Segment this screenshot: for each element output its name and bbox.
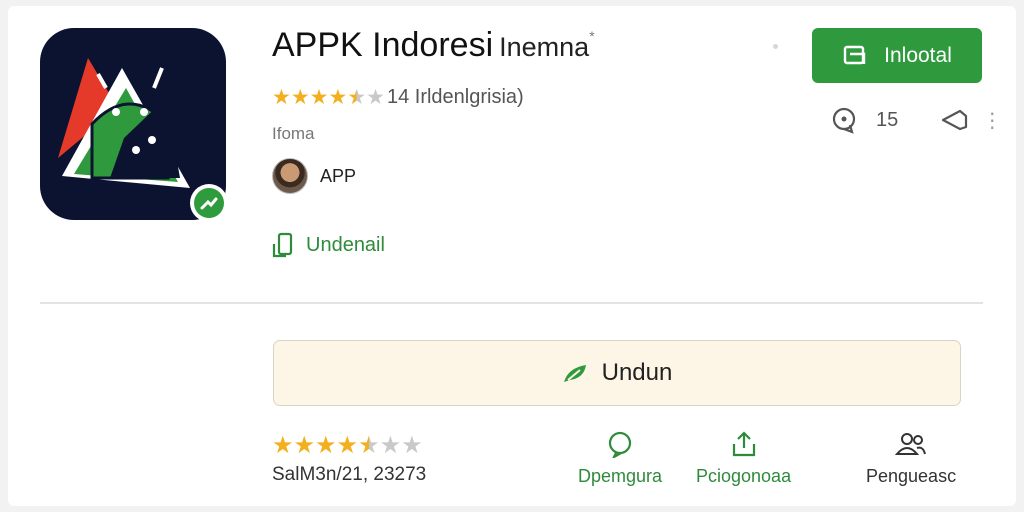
install-button[interactable]: Inlootal <box>812 28 982 83</box>
date-text: SalM3n/21, 23273 <box>272 464 427 485</box>
star-icon: ★ <box>293 432 316 459</box>
phone-download-icon <box>272 232 293 258</box>
meta-row: 15 ⋮ <box>830 106 1002 134</box>
app-category[interactable]: Ifoma <box>272 124 315 144</box>
star-icon: ★ <box>309 86 329 109</box>
developer-row[interactable]: APP <box>272 158 356 194</box>
leaf-arrow-icon <box>563 365 586 382</box>
app-title-text: APPK Indoresi <box>272 26 494 64</box>
chat-bubble-icon <box>608 431 632 458</box>
download-label: Undun <box>601 359 673 386</box>
download-button[interactable]: Undun <box>273 340 961 406</box>
bottom-rating: ★ ★ ★ ★ ★ ★ ★ <box>272 434 423 458</box>
install-icon <box>843 45 866 64</box>
comment-count: 15 <box>876 108 899 131</box>
share-upload-icon <box>732 431 755 457</box>
undenail-link[interactable]: Undenail <box>272 232 385 258</box>
undenail-label: Undenail <box>306 233 385 256</box>
star-empty-icon: ★ <box>401 432 423 459</box>
star-icon: ★ <box>315 432 337 459</box>
small-star-icon: * <box>589 28 595 44</box>
star-empty-icon: ★ <box>366 86 385 109</box>
users-icon <box>895 433 927 455</box>
star-icon: ★ <box>336 432 359 459</box>
star-icon: ★ <box>290 86 310 109</box>
developer-name: APP <box>320 165 357 186</box>
developer-avatar <box>272 158 308 194</box>
dot-decoration <box>773 44 778 49</box>
star-icon: ★ <box>328 86 348 109</box>
action-item-users[interactable]: Pengueasc <box>866 430 956 487</box>
action-label: Pciogonoaa <box>696 466 792 486</box>
star-empty-icon: ★ <box>379 432 402 459</box>
comment-icon[interactable] <box>830 106 858 134</box>
share-icon[interactable] <box>940 107 970 133</box>
action-label: Pengueasc <box>866 466 957 486</box>
star-half-icon: ★ <box>347 86 367 109</box>
app-title-suffix: Inemna <box>499 32 590 62</box>
star-icon: ★ <box>272 86 291 109</box>
install-label: Inlootal <box>884 43 952 67</box>
action-item-share[interactable]: Pciogonoaa <box>696 430 791 487</box>
star-half-icon: ★ <box>358 432 380 459</box>
star-icon: ★ <box>272 432 294 459</box>
action-item-comment[interactable]: Dpemgura <box>578 430 662 487</box>
app-title: APPK Indoresi Inemna* <box>272 26 595 65</box>
section-divider <box>40 302 983 304</box>
more-options-icon[interactable]: ⋮ <box>982 108 1002 133</box>
action-label: Dpemgura <box>578 466 663 486</box>
rating-count-text: 14 Irldenlgrisia) <box>386 86 524 108</box>
rating-row: ★ ★ ★ ★ ★ ★ 14 Irldenlgrisia) <box>272 86 524 109</box>
verified-badge-icon <box>190 184 228 222</box>
